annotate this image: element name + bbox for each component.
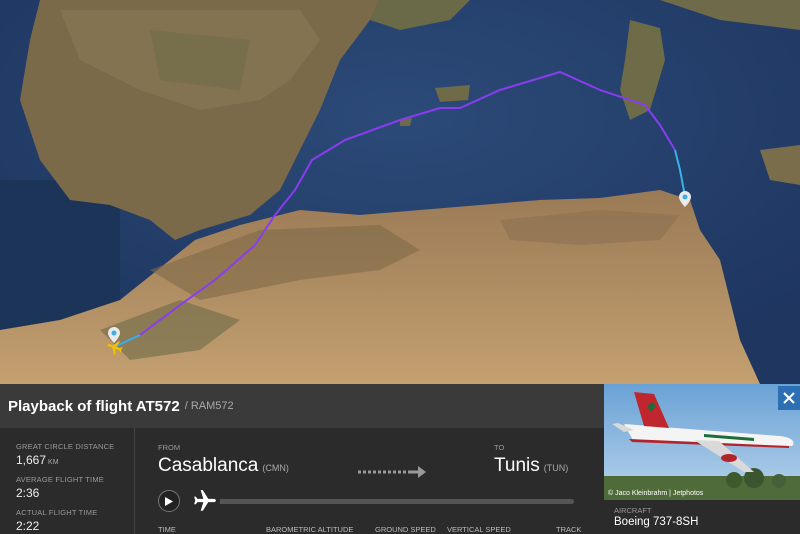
destination-city-name: Tunis: [494, 455, 540, 476]
destination-code: (TUN): [543, 463, 569, 473]
actual-time-label: ACTUAL FLIGHT TIME: [16, 508, 98, 517]
distance-number: 1,667: [16, 453, 47, 467]
distance-stat: GREAT CIRCLE DISTANCE 1,667 KM: [16, 442, 134, 467]
destination-city[interactable]: Tunis (TUN): [494, 455, 568, 477]
actual-time-value: 2:22: [16, 519, 40, 533]
column-time: TIME: [158, 525, 176, 534]
aircraft-label: AIRCRAFT: [614, 506, 652, 515]
timeline-handle[interactable]: [190, 486, 220, 516]
to-label: TO: [494, 443, 505, 452]
aircraft-photo[interactable]: © Jaco Kleinbrahm | Jetphotos: [604, 384, 800, 500]
playback-panel: Playback of flight AT572 / RAM572 GREAT …: [0, 384, 604, 534]
playback-timeline[interactable]: [218, 499, 574, 504]
origin-code: (CMN): [262, 463, 289, 473]
origin-city[interactable]: Casablanca (CMN): [158, 455, 289, 477]
playback-title-bar: Playback of flight AT572 / RAM572: [0, 384, 604, 428]
actual-time-stat: ACTUAL FLIGHT TIME 2:22: [16, 508, 134, 533]
average-time-label: AVERAGE FLIGHT TIME: [16, 475, 104, 484]
distance-value: 1,667 KM: [16, 453, 134, 467]
column-track: TRACK: [556, 525, 582, 534]
origin-city-name: Casablanca: [158, 455, 259, 476]
flight-callsign: / RAM572: [184, 400, 234, 412]
destination-marker[interactable]: [679, 191, 691, 207]
flight-stats: GREAT CIRCLE DISTANCE 1,667 KM AVERAGE FL…: [0, 428, 135, 534]
distance-unit: KM: [48, 459, 59, 466]
photo-credit: © Jaco Kleinbrahm | Jetphotos: [608, 490, 704, 497]
aircraft-panel: © Jaco Kleinbrahm | Jetphotos AIRCRAFT B…: [604, 384, 800, 534]
airplane-icon: [107, 341, 123, 356]
average-time-stat: AVERAGE FLIGHT TIME 2:36: [16, 475, 134, 500]
aircraft-type: Boeing 737-8SH: [614, 516, 699, 528]
flight-map[interactable]: [0, 0, 800, 384]
route-section: FROM Casablanca (CMN) TO Tunis (TUN) TIME …: [136, 428, 604, 534]
column-altitude: BAROMETRIC ALTITUDE: [266, 525, 354, 534]
close-button[interactable]: [778, 386, 800, 410]
distance-label: GREAT CIRCLE DISTANCE: [16, 442, 115, 451]
average-time-value: 2:36: [16, 486, 40, 500]
from-label: FROM: [158, 443, 181, 452]
map-pin-icon: [679, 191, 691, 207]
close-icon: [783, 392, 795, 404]
play-icon: [165, 496, 173, 506]
aircraft-marker[interactable]: [106, 338, 124, 356]
flight-title: Playback of flight AT572: [8, 397, 180, 415]
column-ground-speed: GROUND SPEED: [375, 525, 436, 534]
play-button[interactable]: [158, 490, 180, 512]
arrow-right-icon: [358, 466, 426, 478]
airplane-icon: [194, 490, 216, 511]
column-vertical-speed: VERTICAL SPEED: [447, 525, 511, 534]
